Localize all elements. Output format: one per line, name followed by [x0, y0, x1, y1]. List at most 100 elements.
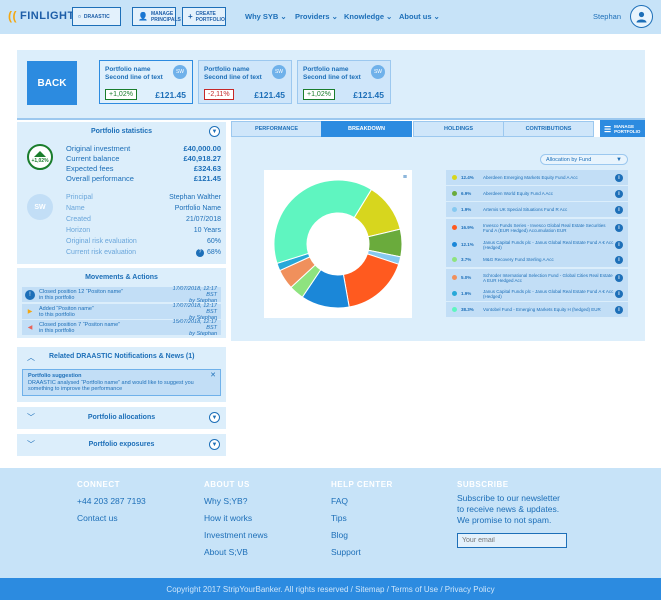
portfolio-allocations-panel[interactable]: ﹀ Portfolio allocations ▼	[17, 407, 226, 429]
chevron-up-icon[interactable]: ︿	[27, 352, 35, 363]
draastic-button[interactable]: ▫ DRAASTIC	[72, 7, 121, 26]
filter-icon[interactable]: ▼	[209, 412, 220, 423]
movement-item[interactable]: ◀ Closed position 7 “Positon name” in thi…	[22, 319, 221, 337]
chevron-down-icon: ⌄	[386, 12, 393, 21]
info-icon[interactable]: i	[615, 189, 623, 198]
info-icon[interactable]: i	[615, 205, 623, 214]
allocation-percent: 5.0%	[461, 275, 472, 280]
change-badge: +1,02%	[105, 89, 137, 100]
user-name[interactable]: Stephan	[593, 12, 621, 21]
allocation-percent: 16.9%	[461, 225, 474, 230]
allocation-percent: 6.9%	[461, 191, 472, 196]
detail-row: Original risk evaluation 60%	[66, 238, 221, 245]
stat-row: Original investment £40,000.00	[66, 144, 221, 153]
footer-link[interactable]: Blog	[331, 527, 393, 544]
tab-contributions[interactable]: CONTRIBUTIONS	[503, 121, 594, 137]
footer-link[interactable]: How it works	[204, 510, 268, 527]
allocation-row[interactable]: 1.9% Janus Capital Funds plc - Janus Glob…	[446, 286, 628, 301]
info-icon[interactable]: i	[615, 305, 623, 314]
allocation-row[interactable]: 12.4% Aberdeen Emerging Markets Equity Fu…	[446, 170, 628, 185]
create-portfolio-button[interactable]: + CREATE PORTFOLIO	[182, 7, 226, 26]
portfolio-exposures-panel[interactable]: ﹀ Portfolio exposures ▼	[17, 434, 226, 456]
contact-link[interactable]: Contact us	[77, 510, 146, 527]
allocation-filter-select[interactable]: Allocation by Fund ▼	[540, 154, 628, 165]
nav-why-syb[interactable]: Why SYB ⌄	[245, 12, 287, 21]
allocation-row[interactable]: 5.0% Schroder International Selection Fun…	[446, 269, 628, 286]
portfolio-value: £121.45	[155, 90, 186, 100]
nav-providers[interactable]: Providers ⌄	[295, 12, 338, 21]
suggestion-card[interactable]: Portfolio suggestion DRAASTIC analysed “…	[22, 369, 221, 396]
phone-link[interactable]: +44 203 287 7193	[77, 493, 146, 510]
user-icon	[636, 11, 647, 23]
fund-name: Aberdeen World Equity Fund A Acc	[483, 191, 553, 196]
finlight-logo[interactable]: (( FINLIGHT	[8, 9, 75, 23]
allocation-row[interactable]: 38.3% Vontobel Fund - Emerging Markets Eq…	[446, 302, 628, 317]
allocation-percent: 1.9%	[461, 291, 472, 296]
info-icon[interactable]: i	[615, 240, 623, 249]
legend-swatch	[452, 191, 457, 196]
user-avatar[interactable]	[630, 5, 653, 28]
manage-portfolio-button[interactable]: ☰ MANAGE PORTFOLIO	[600, 120, 645, 138]
tab-breakdown[interactable]: BREAKDOWN	[321, 121, 412, 137]
allocation-row[interactable]: 6.9% Aberdeen World Equity Fund A Acc i	[446, 186, 628, 201]
manage-principals-button[interactable]: 👤 MANAGE PRINCIPALS	[132, 7, 181, 26]
chart-menu-icon[interactable]: ≡	[403, 174, 407, 181]
newsletter-email-input[interactable]	[457, 533, 567, 548]
portfolio-card[interactable]: Portfolio name Second line of text SW +1,…	[99, 60, 193, 104]
close-icon[interactable]: ✕	[210, 371, 216, 379]
movement-item[interactable]: ! Closed position 12 “Positon name” in th…	[22, 286, 221, 304]
allocation-row[interactable]: 3.7% M&G Recovery Fund Sterling A Acc i	[446, 252, 628, 267]
logo-mark-icon: ((	[8, 9, 17, 23]
filter-icon[interactable]: ▼	[209, 126, 220, 137]
allocation-row[interactable]: 12.1% Janus Capital Funds plc - Janus Glo…	[446, 236, 628, 253]
info-icon[interactable]: i	[615, 273, 623, 282]
legend-swatch	[452, 257, 457, 262]
legend-swatch	[452, 207, 457, 212]
donut-slice[interactable]	[342, 253, 400, 308]
square-icon: ▫	[78, 11, 81, 21]
donut-chart-container: ≡	[264, 170, 412, 318]
allocation-row[interactable]: 16.9% Invesco Funds Series - Invesco Glob…	[446, 219, 628, 236]
portfolio-card[interactable]: Portfolio name Second line of text SW -2,…	[198, 60, 292, 104]
trend-up-badge: +1,02%	[27, 144, 53, 170]
stat-row: Current balance £40,918.27	[66, 154, 221, 163]
info-icon[interactable]: i	[615, 223, 623, 232]
legend-swatch	[452, 275, 457, 280]
portfolio-statistics-panel: Portfolio statistics ▼ +1,02% Original i…	[17, 122, 226, 264]
info-icon: !	[25, 289, 35, 300]
info-icon[interactable]: i	[615, 289, 623, 298]
filter-icon[interactable]: ▼	[209, 439, 220, 450]
portfolio-card[interactable]: Portfolio name Second line of text SW +1,…	[297, 60, 391, 104]
footer-link[interactable]: FAQ	[331, 493, 393, 510]
top-navigation: (( FINLIGHT ▫ DRAASTIC 👤 MANAGE PRINCIPAL…	[0, 0, 661, 34]
footer-link[interactable]: About S;VB	[204, 544, 268, 561]
back-button[interactable]: BACK	[27, 61, 77, 105]
help-icon[interactable]: ?	[195, 248, 204, 257]
footer-connect: CONNECT +44 203 287 7193 Contact us	[77, 480, 146, 527]
nav-about-us[interactable]: About us ⌄	[399, 12, 440, 21]
legend-swatch	[452, 225, 457, 230]
info-icon[interactable]: i	[615, 255, 623, 264]
fund-name: Artemis UK Special Situations Fund R Acc	[483, 207, 568, 212]
chevron-down-icon: ⌄	[433, 12, 440, 21]
movement-item[interactable]: ▶ Added “Positon name” to this portfolio …	[22, 303, 221, 321]
tab-holdings[interactable]: HOLDINGS	[413, 121, 504, 137]
change-badge: +1,02%	[303, 89, 335, 100]
stat-row: Expected fees £324.63	[66, 164, 221, 173]
footer-link[interactable]: Support	[331, 544, 393, 561]
footer-link[interactable]: Tips	[331, 510, 393, 527]
detail-row: Horizon 10 Years	[66, 227, 221, 234]
footer-link[interactable]: Why S;YB?	[204, 493, 268, 510]
filter-icon: ▼	[616, 156, 622, 163]
allocation-row[interactable]: 1.9% Artemis UK Special Situations Fund R…	[446, 202, 628, 217]
principal-avatar: SW	[27, 194, 53, 220]
allocation-percent: 12.1%	[461, 242, 474, 247]
rewind-icon: ◀	[27, 325, 33, 331]
tab-performance[interactable]: PERFORMANCE	[231, 121, 322, 137]
info-icon[interactable]: i	[615, 173, 623, 182]
footer-about: ABOUT US Why S;YB? How it works Investme…	[204, 480, 268, 561]
footer-link[interactable]: Investment news	[204, 527, 268, 544]
donut-slice[interactable]	[273, 179, 373, 265]
nav-knowledge[interactable]: Knowledge ⌄	[344, 12, 392, 21]
detail-row: Principal Stephan Walther	[66, 194, 221, 201]
